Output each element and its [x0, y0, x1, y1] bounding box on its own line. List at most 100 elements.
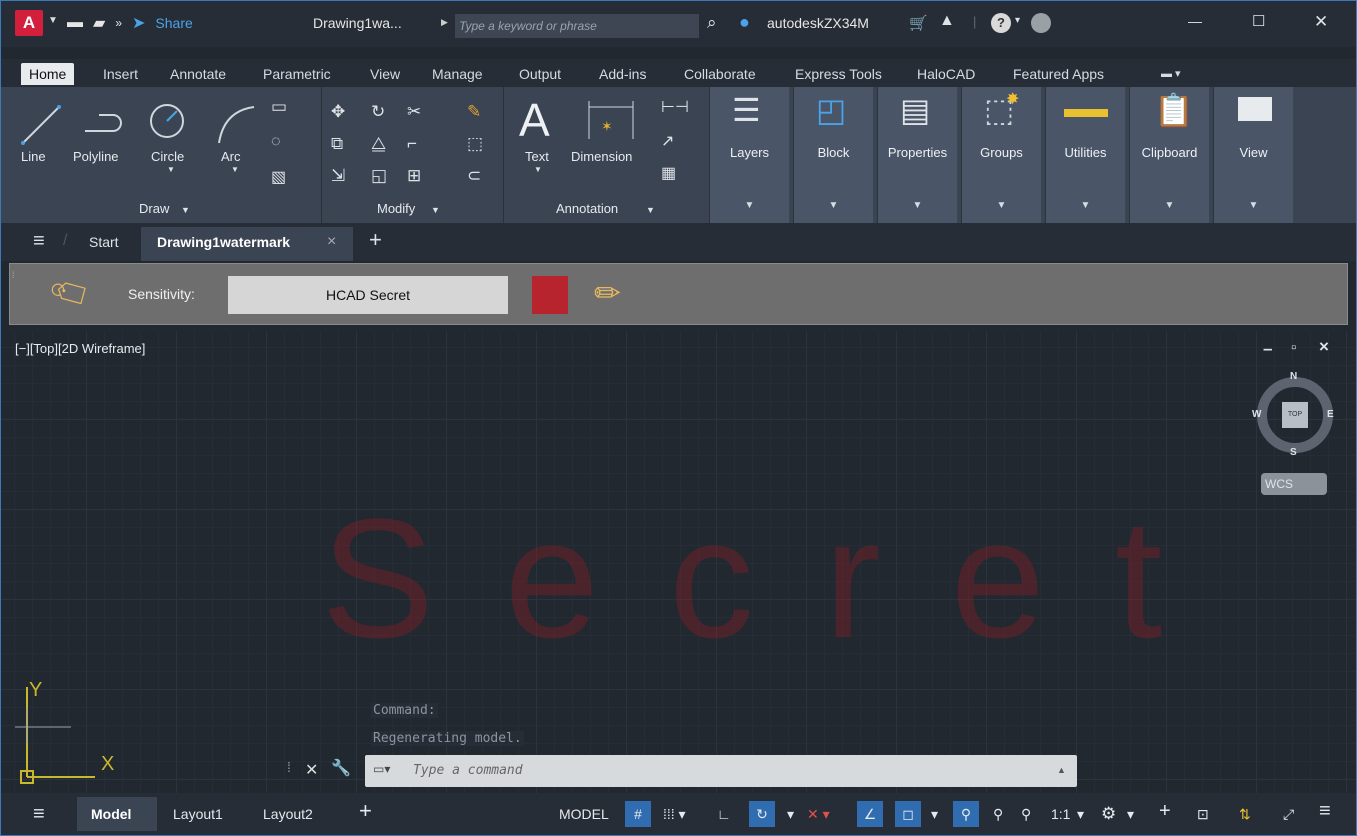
annotation-monitor-icon[interactable]: +: [1159, 798, 1171, 824]
command-customize-icon[interactable]: 🔧: [331, 758, 351, 778]
menu-icon[interactable]: ≡: [33, 801, 45, 827]
command-grip-icon[interactable]: ⁞: [287, 759, 291, 775]
dimension-icon[interactable]: ✶: [587, 99, 635, 141]
snap-icon[interactable]: ⁞⁞⁞ ▾: [663, 801, 686, 827]
menu-icon[interactable]: ≡: [33, 230, 45, 253]
object-snap-tracking-icon[interactable]: ∠: [857, 801, 883, 827]
command-prompt-icon[interactable]: ▭▾: [373, 762, 390, 776]
erase-icon[interactable]: ✎: [467, 95, 481, 129]
app-logo-button[interactable]: A: [15, 10, 43, 36]
workspace-dropdown-icon[interactable]: ▾: [1127, 801, 1134, 827]
ortho-icon[interactable]: ∟: [717, 801, 731, 827]
drawing-viewport[interactable]: Secret [−][Top][2D Wireframe] – ▫ × TOP …: [1, 331, 1356, 793]
ribbon-display-toggle-icon[interactable]: ▬ ▾: [1153, 63, 1189, 85]
utilities-dropdown-icon[interactable]: ▼: [1046, 200, 1125, 211]
tab-parametric[interactable]: Parametric: [255, 63, 339, 85]
arc-dropdown-icon[interactable]: ▼: [231, 165, 239, 174]
properties-panel[interactable]: ▤ Properties ▼: [877, 87, 957, 223]
annotation-scale-icon[interactable]: ⚲: [1021, 801, 1031, 827]
polyline-button[interactable]: Polyline: [73, 149, 119, 164]
ellipse-icon[interactable]: ◌: [271, 133, 281, 151]
circle-dropdown-icon[interactable]: ▼: [167, 165, 175, 174]
sensitivity-color-swatch[interactable]: [532, 276, 568, 314]
groups-panel[interactable]: ⬚ ✸ Groups ▼: [961, 87, 1041, 223]
close-tab-icon[interactable]: ×: [327, 233, 336, 251]
arc-button[interactable]: Arc: [221, 149, 241, 164]
share-button[interactable]: Share: [155, 15, 192, 31]
workspace-gear-icon[interactable]: ⚙: [1101, 801, 1116, 827]
view-dropdown-icon[interactable]: ▼: [1214, 200, 1293, 211]
new-file-icon[interactable]: ▬: [67, 14, 83, 32]
add-tab-button[interactable]: +: [369, 227, 382, 253]
annotation-visibility-icon[interactable]: ⚲: [953, 801, 979, 827]
drawing-tab[interactable]: Drawing1watermark ×: [141, 227, 353, 261]
tab-collaborate[interactable]: Collaborate: [676, 63, 764, 85]
mirror-icon[interactable]: ⧋: [371, 127, 386, 161]
open-folder-icon[interactable]: ▰: [93, 13, 105, 33]
offset-icon[interactable]: ⊂: [467, 159, 481, 193]
viewport-restore-button[interactable]: ▫: [1291, 339, 1296, 356]
groups-dropdown-icon[interactable]: ▼: [962, 200, 1041, 211]
array-icon[interactable]: ⊞: [407, 159, 421, 193]
search-expand-icon[interactable]: ▶: [441, 17, 448, 28]
layout2-tab[interactable]: Layout2: [263, 801, 313, 827]
hatch-icon[interactable]: ▧: [271, 167, 286, 187]
trim-icon[interactable]: ✂: [407, 95, 421, 129]
search-icon[interactable]: ⌕: [707, 13, 717, 33]
tab-view[interactable]: View: [362, 63, 408, 85]
viewcube-top-face[interactable]: TOP: [1282, 402, 1308, 428]
annotation-group-dropdown-icon[interactable]: ▼: [646, 205, 655, 215]
more-tools-icon[interactable]: »: [115, 16, 122, 30]
viewport-close-button[interactable]: ×: [1319, 337, 1329, 357]
compass-north[interactable]: N: [1290, 371, 1297, 382]
text-button[interactable]: Text: [525, 149, 549, 164]
grid-icon[interactable]: #: [625, 801, 651, 827]
layout1-tab[interactable]: Layout1: [173, 801, 223, 827]
fullscreen-icon[interactable]: ⤢: [1283, 801, 1294, 827]
utilities-panel[interactable]: Utilities ▼: [1045, 87, 1125, 223]
add-layout-button[interactable]: +: [359, 798, 372, 824]
model-space-button[interactable]: MODEL: [559, 801, 609, 827]
tab-manage[interactable]: Manage: [424, 63, 491, 85]
draw-group-dropdown-icon[interactable]: ▼: [181, 205, 190, 215]
modify-group-label[interactable]: Modify: [377, 201, 415, 216]
command-close-icon[interactable]: ✕: [305, 760, 318, 780]
search-input[interactable]: Type a keyword or phrase: [455, 14, 699, 38]
object-snap-dropdown-icon[interactable]: ▾: [931, 801, 938, 827]
compass-east[interactable]: E: [1327, 409, 1334, 420]
dimension-button[interactable]: Dimension: [571, 149, 632, 164]
viewport-minimize-button[interactable]: –: [1263, 339, 1272, 359]
scale-icon[interactable]: ◱: [371, 159, 387, 193]
sensitivity-value[interactable]: HCAD Secret: [228, 276, 508, 314]
annotation-group-label[interactable]: Annotation: [556, 201, 618, 216]
draw-group-label[interactable]: Draw: [139, 201, 169, 216]
circle-button[interactable]: Circle: [151, 149, 184, 164]
move-icon[interactable]: ✥: [331, 95, 345, 129]
units-icon[interactable]: ⊡: [1197, 801, 1209, 827]
pencil-icon[interactable]: ✏: [594, 274, 621, 312]
command-history-toggle-icon[interactable]: ▲: [1057, 765, 1066, 775]
tab-express-tools[interactable]: Express Tools: [787, 63, 890, 85]
tab-home[interactable]: Home: [21, 63, 75, 85]
wcs-menu[interactable]: WCS: [1261, 473, 1327, 495]
clipboard-panel[interactable]: 📋 Clipboard ▼: [1129, 87, 1209, 223]
scale-dropdown-icon[interactable]: ▾: [1077, 801, 1084, 827]
object-snap-icon[interactable]: ◻: [895, 801, 921, 827]
app-menu-dropdown-icon[interactable]: ▼: [48, 15, 58, 26]
block-dropdown-icon[interactable]: ▼: [794, 200, 873, 211]
auto-scale-icon[interactable]: ⚲: [993, 801, 1003, 827]
line-button[interactable]: Line: [21, 149, 46, 164]
rectangle-icon[interactable]: ▭: [271, 97, 287, 117]
minimize-button[interactable]: —: [1188, 13, 1202, 29]
user-icon[interactable]: ●: [739, 12, 750, 33]
linear-dimension-icon[interactable]: ⊢⊣: [661, 97, 689, 117]
tab-featured-apps[interactable]: Featured Apps: [1005, 63, 1112, 85]
tab-add-ins[interactable]: Add-ins: [591, 63, 654, 85]
modify-group-dropdown-icon[interactable]: ▼: [431, 205, 440, 215]
view-panel[interactable]: View ▼: [1213, 87, 1293, 223]
customization-menu-icon[interactable]: ≡: [1319, 798, 1331, 824]
model-tab[interactable]: Model: [77, 797, 157, 831]
block-panel[interactable]: ◰ Block ▼: [793, 87, 873, 223]
polar-dropdown-icon[interactable]: ▾: [787, 801, 794, 827]
scale-selector[interactable]: 1:1: [1051, 801, 1070, 827]
